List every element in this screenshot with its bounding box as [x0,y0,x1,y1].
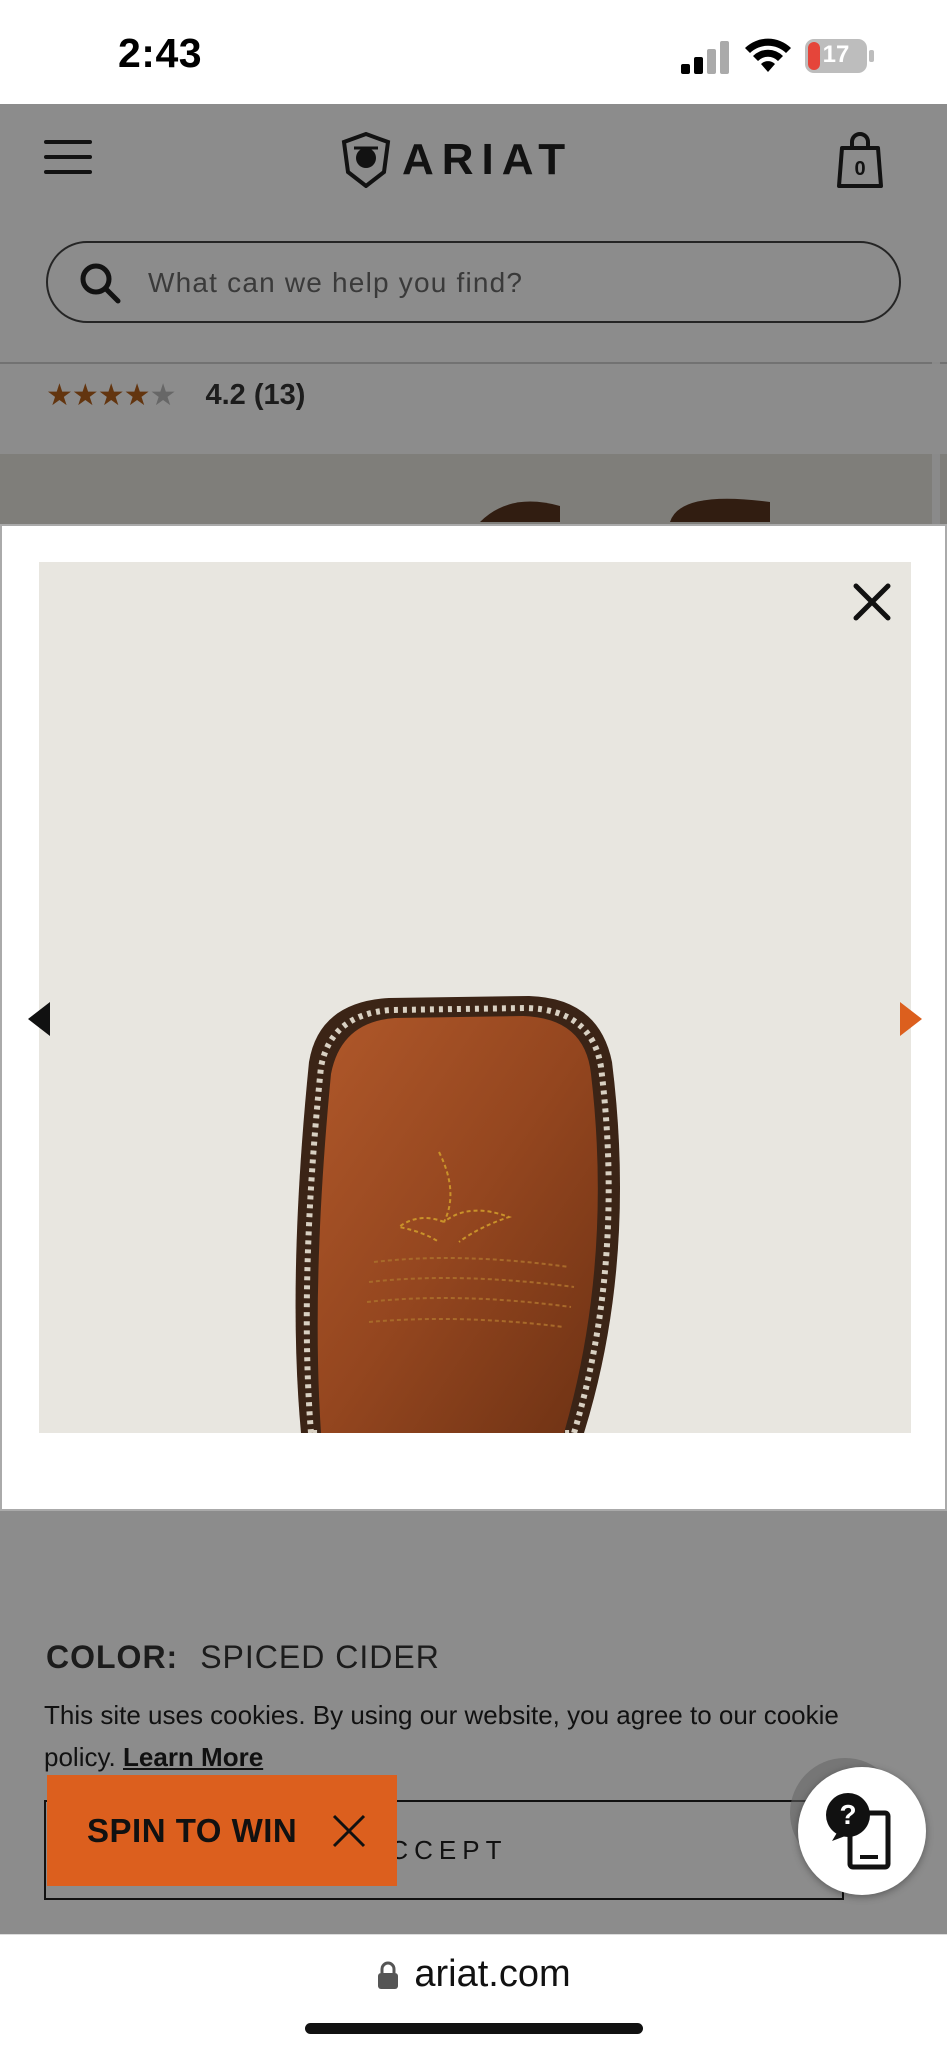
product-image [39,562,911,1433]
wifi-icon [745,38,791,72]
svg-text:?: ? [839,1799,856,1830]
spin-to-win-label: SPIN TO WIN [87,1811,298,1849]
previous-image-arrow-icon[interactable] [26,1000,52,1038]
url-text: ariat.com [414,1953,571,1995]
help-chat-button[interactable]: ? [798,1767,926,1895]
home-indicator[interactable] [305,2023,643,2034]
battery-level: 17 [822,41,850,68]
next-image-arrow-icon[interactable] [898,1000,924,1038]
battery-icon: 17 [804,38,876,74]
cellular-signal-icon [681,41,729,74]
image-lightbox-modal [0,524,947,1511]
spin-to-win-button[interactable]: SPIN TO WIN [47,1775,397,1886]
learn-more-link[interactable]: Learn More [123,1742,263,1772]
cookie-message: This site uses cookies. By using our web… [44,1694,864,1778]
help-phone-icon: ? [826,1793,891,1870]
close-icon[interactable] [850,580,894,624]
status-time: 2:43 [118,30,203,76]
status-bar: 2:43 17 [0,0,947,104]
lock-icon [378,1961,399,1989]
url-display[interactable]: ariat.com [0,1953,947,1996]
browser-address-bar[interactable]: ariat.com [0,1934,947,2048]
boot-toe-image [295,996,621,1433]
close-icon[interactable] [331,1813,367,1849]
